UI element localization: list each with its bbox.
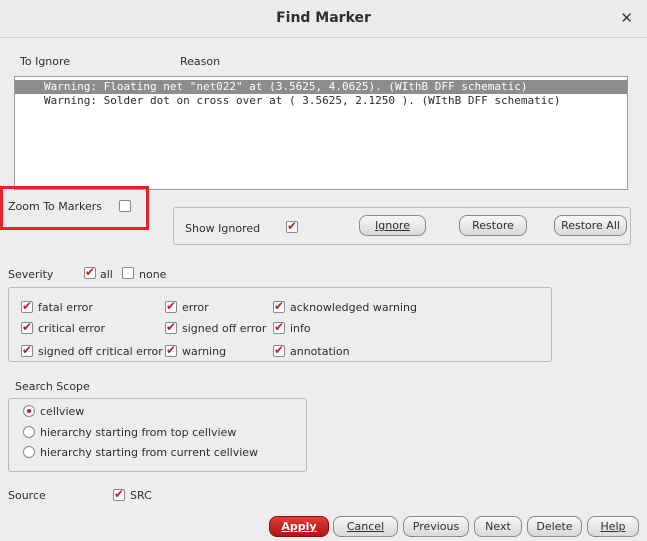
severity-info-checkbox[interactable] (273, 320, 285, 334)
scope-cellview-label: cellview (40, 405, 85, 418)
severity-fatal-error-label: fatal error (38, 301, 93, 314)
severity-none-label: none (139, 268, 167, 281)
severity-none-checkbox[interactable] (122, 267, 134, 279)
severity-acknowledged-warning-checkbox[interactable] (273, 299, 285, 313)
previous-button[interactable]: Previous (403, 516, 469, 537)
show-ignored-label: Show Ignored (185, 222, 261, 235)
zoom-to-markers-label: Zoom To Markers (8, 200, 103, 213)
ignore-button-label: Ignore (375, 219, 410, 232)
ignore-button[interactable]: Ignore (359, 215, 426, 236)
severity-all-label: all (100, 268, 113, 281)
severity-acknowledged-warning-label: acknowledged warning (290, 301, 417, 314)
severity-annotation-checkbox[interactable] (273, 343, 285, 357)
severity-error-label: error (182, 301, 209, 314)
restore-all-button-label: Restore All (561, 219, 620, 232)
show-ignored-checkbox[interactable] (286, 219, 298, 233)
search-scope-label: Search Scope (15, 380, 90, 393)
restore-button[interactable]: Restore (459, 215, 527, 236)
column-header-reason: Reason (180, 55, 221, 68)
apply-button[interactable]: Apply (269, 516, 329, 537)
title-bar: Find Marker ✕ (0, 0, 647, 38)
severity-critical-error-label: critical error (38, 322, 105, 335)
source-label: Source (8, 489, 46, 502)
source-src-label: SRC (130, 489, 152, 502)
marker-row-2[interactable]: Warning: Solder dot on cross over at ( 3… (15, 94, 627, 108)
marker-list[interactable]: Warning: Floating net "net022" at (3.562… (14, 76, 628, 190)
scope-current-cellview-label: hierarchy starting from current cellview (40, 446, 259, 459)
scope-cellview-radio[interactable] (23, 405, 35, 417)
severity-signed-off-critical-error-label: signed off critical error (38, 345, 163, 358)
cancel-button-label: Cancel (346, 520, 385, 533)
scope-current-cellview-radio[interactable] (23, 446, 35, 458)
cancel-button[interactable]: Cancel (333, 516, 398, 537)
severity-warning-label: warning (182, 345, 227, 358)
zoom-to-markers-checkbox[interactable] (119, 200, 131, 212)
restore-all-button[interactable]: Restore All (554, 215, 627, 236)
severity-all-checkbox[interactable] (84, 265, 96, 279)
close-icon[interactable]: ✕ (620, 9, 633, 27)
window-title: Find Marker (276, 10, 371, 26)
severity-label: Severity (8, 268, 54, 281)
severity-error-checkbox[interactable] (165, 299, 177, 313)
next-button-label: Next (485, 520, 511, 533)
scope-top-cellview-radio[interactable] (23, 426, 35, 438)
help-button-label: Help (600, 520, 626, 533)
marker-row-1[interactable]: Warning: Floating net "net022" at (3.562… (15, 80, 627, 94)
severity-critical-error-checkbox[interactable] (21, 320, 33, 334)
column-header-to-ignore: To Ignore (20, 55, 71, 68)
previous-button-label: Previous (412, 520, 460, 533)
severity-annotation-label: annotation (290, 345, 350, 358)
severity-signed-off-critical-error-checkbox[interactable] (21, 343, 33, 357)
severity-fatal-error-checkbox[interactable] (21, 299, 33, 313)
delete-button[interactable]: Delete (527, 516, 582, 537)
delete-button-label: Delete (536, 520, 573, 533)
severity-signed-off-error-checkbox[interactable] (165, 320, 177, 334)
source-src-checkbox[interactable] (113, 487, 125, 501)
restore-button-label: Restore (472, 219, 514, 232)
severity-info-label: info (290, 322, 311, 335)
severity-warning-checkbox[interactable] (165, 343, 177, 357)
severity-signed-off-error-label: signed off error (182, 322, 267, 335)
scope-top-cellview-label: hierarchy starting from top cellview (40, 426, 237, 439)
help-button[interactable]: Help (587, 516, 639, 537)
apply-button-label: Apply (281, 520, 317, 533)
next-button[interactable]: Next (474, 516, 522, 537)
